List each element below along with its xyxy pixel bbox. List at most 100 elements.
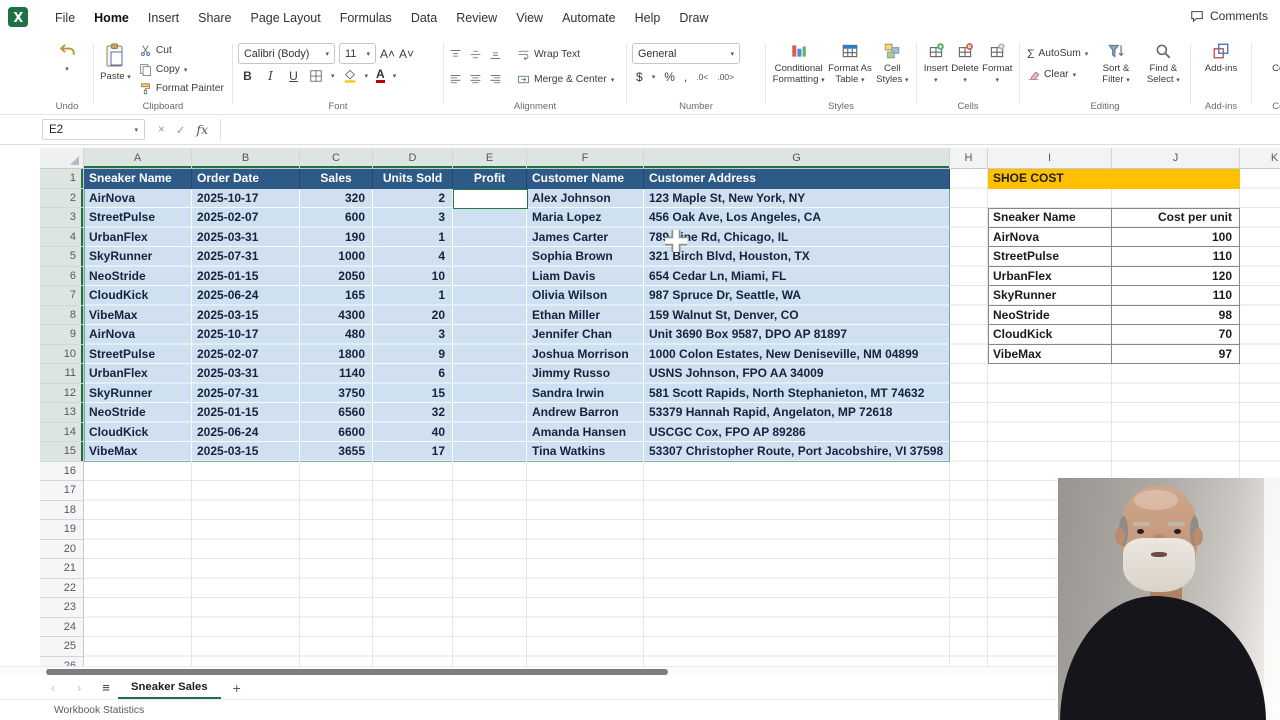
- shoe-cost-cell[interactable]: 70: [1112, 325, 1240, 345]
- wrap-text-button[interactable]: Wrap Text: [515, 45, 582, 64]
- shoe-cost-cell[interactable]: NeoStride: [988, 305, 1112, 325]
- shoe-cost-cell[interactable]: VibeMax: [988, 344, 1112, 364]
- scrollbar-thumb[interactable]: [46, 669, 668, 675]
- cell[interactable]: 600: [300, 208, 373, 228]
- column-header-H[interactable]: H: [950, 148, 988, 169]
- cell[interactable]: UrbanFlex: [84, 228, 192, 248]
- cell[interactable]: Sophia Brown: [527, 247, 644, 267]
- sheet-tab-sneaker-sales[interactable]: Sneaker Sales: [118, 676, 221, 699]
- shoe-cost-cell[interactable]: 120: [1112, 266, 1240, 286]
- cell[interactable]: 1: [373, 286, 453, 306]
- cell[interactable]: Tina Watkins: [527, 442, 644, 462]
- grow-font-button[interactable]: A˄: [380, 47, 395, 61]
- shoe-cost-cell[interactable]: 97: [1112, 344, 1240, 364]
- font-family-select[interactable]: Calibri (Body) ▾: [238, 43, 335, 64]
- font-color-button[interactable]: A: [376, 68, 385, 83]
- excel-logo-icon[interactable]: [8, 7, 28, 27]
- cell[interactable]: USCGC Cox, FPO AP 89286: [644, 423, 950, 443]
- cell[interactable]: 53379 Hannah Rapid, Angelaton, MP 72618: [644, 403, 950, 423]
- cell[interactable]: 987 Spruce Dr, Seattle, WA: [644, 286, 950, 306]
- shoe-cost-cell[interactable]: SkyRunner: [988, 286, 1112, 306]
- row-header-18[interactable]: 18: [40, 500, 84, 520]
- cell[interactable]: Andrew Barron: [527, 403, 644, 423]
- accounting-format-button[interactable]: $: [636, 70, 643, 84]
- cell[interactable]: 6560: [300, 403, 373, 423]
- shoe-cost-cell[interactable]: 98: [1112, 305, 1240, 325]
- percent-style-button[interactable]: %: [664, 70, 675, 84]
- cell[interactable]: 2025-03-31: [192, 228, 300, 248]
- cell[interactable]: 9: [373, 345, 453, 365]
- cell[interactable]: VibeMax: [84, 306, 192, 326]
- column-header-D[interactable]: D: [373, 148, 453, 169]
- cell[interactable]: 32: [373, 403, 453, 423]
- align-middle-icon[interactable]: [469, 48, 482, 61]
- cell[interactable]: 165: [300, 286, 373, 306]
- merge-center-button[interactable]: Merge & Center ▾: [515, 70, 616, 89]
- add-ins-button[interactable]: Add-ins: [1205, 36, 1237, 99]
- number-format-select[interactable]: General ▾: [632, 43, 740, 64]
- increase-decimal-button[interactable]: .0˂: [696, 72, 708, 82]
- row-header-6[interactable]: 6: [40, 266, 84, 286]
- row-header-1[interactable]: 1: [40, 169, 84, 189]
- cell[interactable]: 159 Walnut St, Denver, CO: [644, 306, 950, 326]
- cell[interactable]: 1800: [300, 345, 373, 365]
- cell[interactable]: USNS Johnson, FPO AA 34009: [644, 364, 950, 384]
- paste-button[interactable]: Paste ▾: [100, 36, 131, 99]
- cell[interactable]: 2025-10-17: [192, 325, 300, 345]
- cell[interactable]: 654 Cedar Ln, Miami, FL: [644, 267, 950, 287]
- cell[interactable]: 4300: [300, 306, 373, 326]
- row-header-23[interactable]: 23: [40, 598, 84, 618]
- column-header-C[interactable]: C: [300, 148, 373, 169]
- table-header-cell[interactable]: Sales: [300, 169, 373, 189]
- format-as-table-button[interactable]: Format As Table ▾: [827, 36, 873, 99]
- row-header-3[interactable]: 3: [40, 208, 84, 228]
- column-header-E[interactable]: E: [453, 148, 527, 169]
- comments-button[interactable]: Comments: [1190, 9, 1268, 23]
- cell[interactable]: 10: [373, 267, 453, 287]
- row-header-8[interactable]: 8: [40, 305, 84, 325]
- cell[interactable]: CloudKick: [84, 286, 192, 306]
- row-header-7[interactable]: 7: [40, 286, 84, 306]
- cell[interactable]: 3750: [300, 384, 373, 404]
- table-header-cell[interactable]: Profit: [453, 169, 527, 189]
- cell[interactable]: Liam Davis: [527, 267, 644, 287]
- shoe-cost-title[interactable]: SHOE COST: [988, 169, 1240, 189]
- cell[interactable]: 2025-03-15: [192, 442, 300, 462]
- table-header-cell[interactable]: Sneaker Name: [84, 169, 192, 189]
- shoe-cost-header-cell[interactable]: Sneaker Name: [988, 208, 1112, 228]
- prev-sheet-button[interactable]: ‹: [46, 680, 60, 695]
- row-header-9[interactable]: 9: [40, 325, 84, 345]
- align-bottom-icon[interactable]: [489, 48, 502, 61]
- cell[interactable]: Unit 3690 Box 9587, DPO AP 81897: [644, 325, 950, 345]
- menu-review[interactable]: Review: [456, 11, 497, 25]
- formula-input[interactable]: [220, 118, 1280, 141]
- cell[interactable]: 3: [373, 325, 453, 345]
- row-header-21[interactable]: 21: [40, 559, 84, 579]
- menu-insert[interactable]: Insert: [148, 11, 179, 25]
- cell[interactable]: NeoStride: [84, 403, 192, 423]
- row-header-10[interactable]: 10: [40, 344, 84, 364]
- cell[interactable]: James Carter: [527, 228, 644, 248]
- insert-function-icon[interactable]: fx: [196, 122, 208, 137]
- cell[interactable]: 2025-10-17: [192, 189, 300, 209]
- cell[interactable]: 1000 Colon Estates, New Deniseville, NM …: [644, 345, 950, 365]
- row-header-26[interactable]: 26: [40, 656, 84, 666]
- cell[interactable]: 15: [373, 384, 453, 404]
- column-header-F[interactable]: F: [527, 148, 644, 169]
- undo-button[interactable]: ▾: [57, 36, 77, 99]
- row-header-14[interactable]: 14: [40, 422, 84, 442]
- shoe-cost-header-cell[interactable]: Cost per unit: [1112, 208, 1240, 228]
- fill-color-button[interactable]: [343, 69, 357, 83]
- italic-button[interactable]: I: [263, 69, 278, 83]
- cell[interactable]: NeoStride: [84, 267, 192, 287]
- add-sheet-button[interactable]: +: [233, 680, 241, 696]
- menu-page-layout[interactable]: Page Layout: [251, 11, 321, 25]
- row-header-13[interactable]: 13: [40, 403, 84, 423]
- active-cell[interactable]: [453, 188, 528, 209]
- table-header-cell[interactable]: Units Sold: [373, 169, 453, 189]
- row-header-4[interactable]: 4: [40, 227, 84, 247]
- menu-share[interactable]: Share: [198, 11, 231, 25]
- cell[interactable]: UrbanFlex: [84, 364, 192, 384]
- shoe-cost-cell[interactable]: UrbanFlex: [988, 266, 1112, 286]
- shrink-font-button[interactable]: A˅: [399, 47, 414, 61]
